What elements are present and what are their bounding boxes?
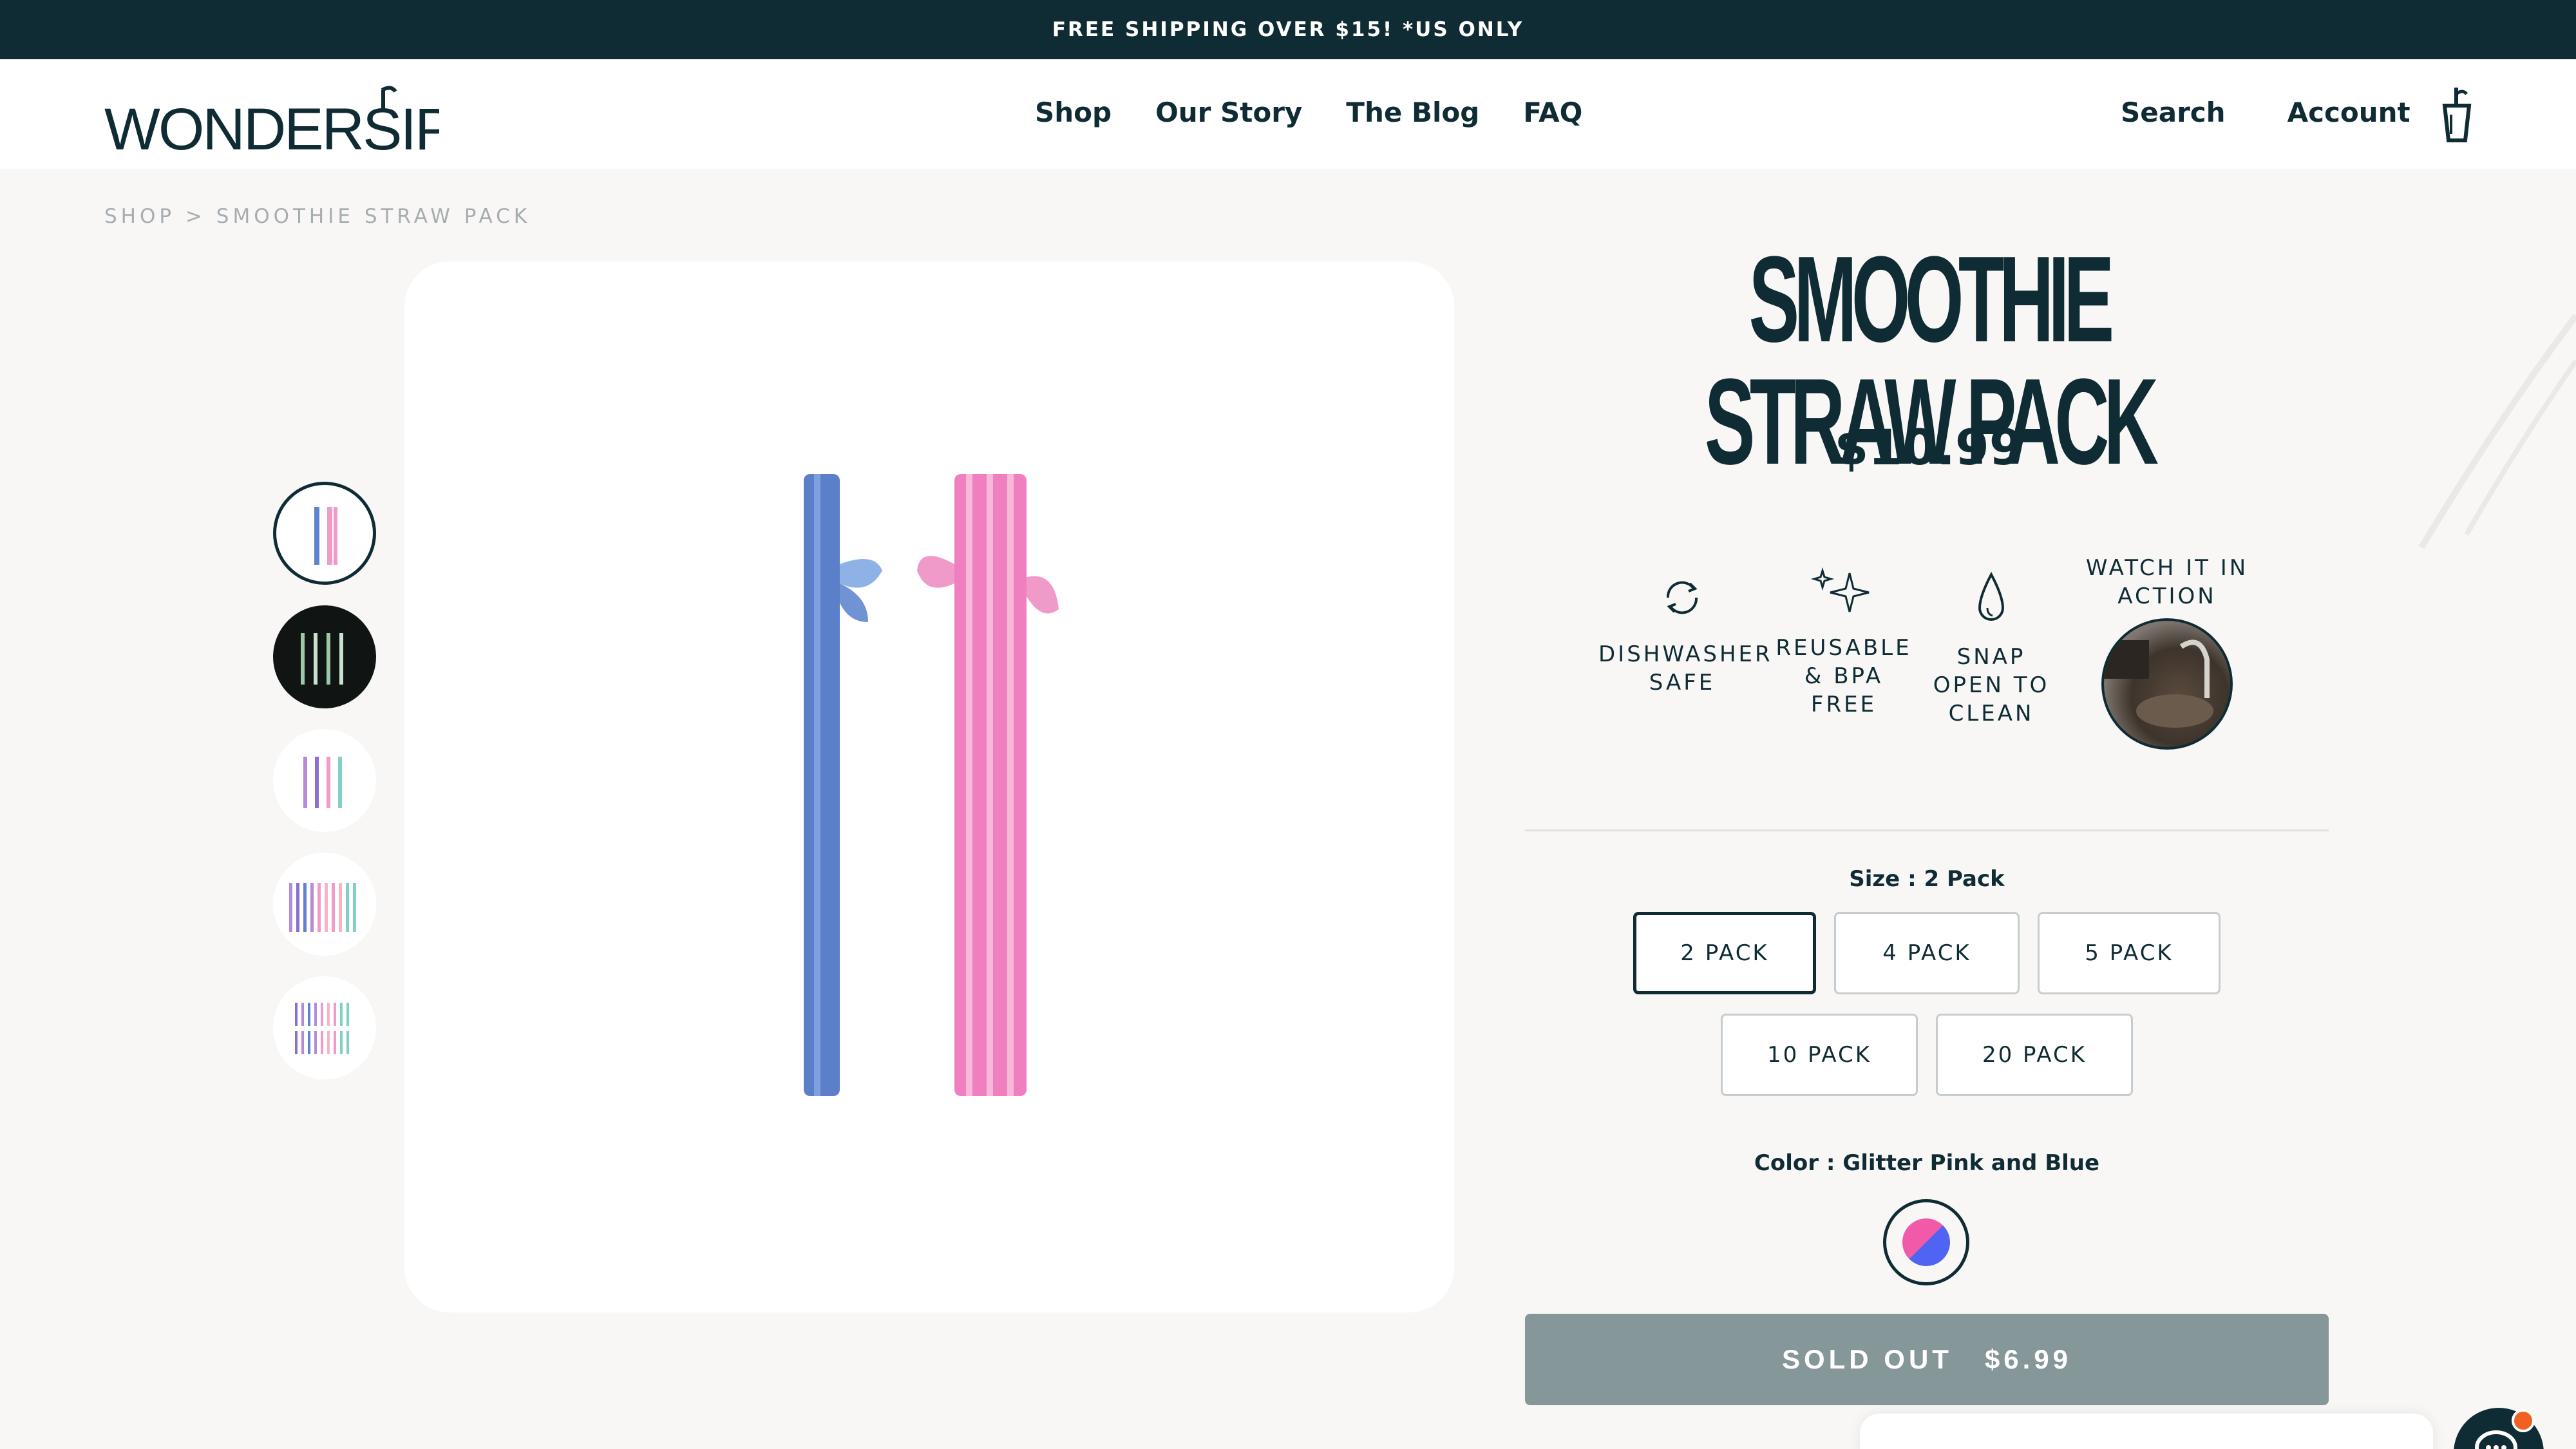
logo-icon: WONDERSIP — [104, 86, 439, 156]
feature-reusable: REUSABLE & BPA FREE — [1770, 565, 1918, 719]
feature-watch-video[interactable]: WATCH IT IN ACTION — [2080, 554, 2254, 750]
thumbnail-20-pack[interactable] — [273, 976, 376, 1079]
main-nav: Shop Our Story The Blog FAQ — [1035, 97, 1582, 128]
announcement-text: FREE SHIPPING OVER $15! *US ONLY — [1052, 18, 1524, 41]
nav-the-blog[interactable]: The Blog — [1346, 97, 1479, 128]
sold-out-price: $6.99 — [1984, 1344, 2072, 1374]
product-price: $10.99 — [1834, 419, 2023, 476]
section-divider — [1525, 829, 2329, 831]
color-swatch-pink-blue — [1902, 1218, 1950, 1266]
feature-label: WATCH IT IN — [2085, 555, 2249, 581]
feature-label: ACTION — [2117, 583, 2217, 609]
nav-faq[interactable]: FAQ — [1523, 97, 1582, 128]
main-product-image[interactable] — [404, 261, 1454, 1312]
size-option-4-pack[interactable]: 4 PACK — [1834, 912, 2020, 994]
thumbnail-clear-straws[interactable] — [273, 605, 376, 708]
breadcrumb[interactable]: SHOP > SMOOTHIE STRAW PACK — [104, 205, 531, 228]
color-swatch-selected[interactable] — [1883, 1199, 1969, 1285]
svg-text:WONDERSIP: WONDERSIP — [104, 97, 439, 156]
feature-snap-open: SNAP OPEN TO CLEAN — [1927, 571, 2056, 728]
size-label: Size : 2 Pack — [1849, 866, 2005, 892]
site-header: WONDERSIP Shop Our Story The Blog FAQ Se… — [0, 59, 2576, 169]
color-label: Color : Glitter Pink and Blue — [1754, 1150, 2100, 1176]
feature-label: REUSABLE — [1776, 635, 1912, 661]
feature-label: CLEAN — [1948, 701, 2034, 726]
help-bar[interactable] — [1860, 1414, 2433, 1449]
feature-label: FREE — [1810, 692, 1877, 717]
utility-nav: Search Account — [2121, 97, 2410, 128]
sparkle-icon — [1810, 567, 1870, 612]
thumbnail-4-pack[interactable] — [273, 729, 376, 832]
notification-dot — [2512, 1409, 2535, 1432]
feature-icons: DISHWASHER SAFE REUSABLE & BPA FREE SNAP… — [1591, 554, 2267, 766]
video-thumbnail[interactable] — [2101, 618, 2233, 750]
account-link[interactable]: Account — [2287, 97, 2410, 128]
refresh-icon — [1666, 581, 1698, 614]
size-option-20-pack[interactable]: 20 PACK — [1936, 1014, 2133, 1096]
pink-straw-image — [917, 474, 1059, 1096]
sold-out-label: SOLD OUT — [1781, 1344, 1953, 1374]
cup-cart-icon[interactable] — [2441, 85, 2473, 146]
feature-label: SNAP — [1956, 644, 2026, 670]
feature-label: & BPA — [1804, 663, 1884, 689]
feature-label: DISHWASHER — [1598, 641, 1773, 667]
nav-shop[interactable]: Shop — [1035, 97, 1112, 128]
feature-label: OPEN TO — [1933, 672, 2050, 698]
size-option-5-pack[interactable]: 5 PACK — [2038, 912, 2221, 994]
decorative-lines-icon — [2418, 314, 2576, 549]
announcement-bar: FREE SHIPPING OVER $15! *US ONLY — [0, 0, 2576, 59]
thumbnail-list — [273, 482, 379, 1100]
size-option-10-pack[interactable]: 10 PACK — [1721, 1014, 1918, 1096]
thumbnail-pink-blue[interactable] — [273, 482, 376, 585]
nav-our-story[interactable]: Our Story — [1155, 97, 1302, 128]
thumbnail-10-pack[interactable] — [273, 853, 376, 956]
droplet-icon — [1978, 571, 2005, 621]
blue-straw-image — [804, 474, 882, 1096]
sold-out-button[interactable]: SOLD OUT $6.99 — [1525, 1314, 2329, 1405]
search-link[interactable]: Search — [2121, 97, 2226, 128]
feature-label: SAFE — [1649, 670, 1716, 696]
size-option-2-pack[interactable]: 2 PACK — [1633, 912, 1816, 994]
feature-dishwasher-safe: DISHWASHER SAFE — [1598, 572, 1773, 697]
